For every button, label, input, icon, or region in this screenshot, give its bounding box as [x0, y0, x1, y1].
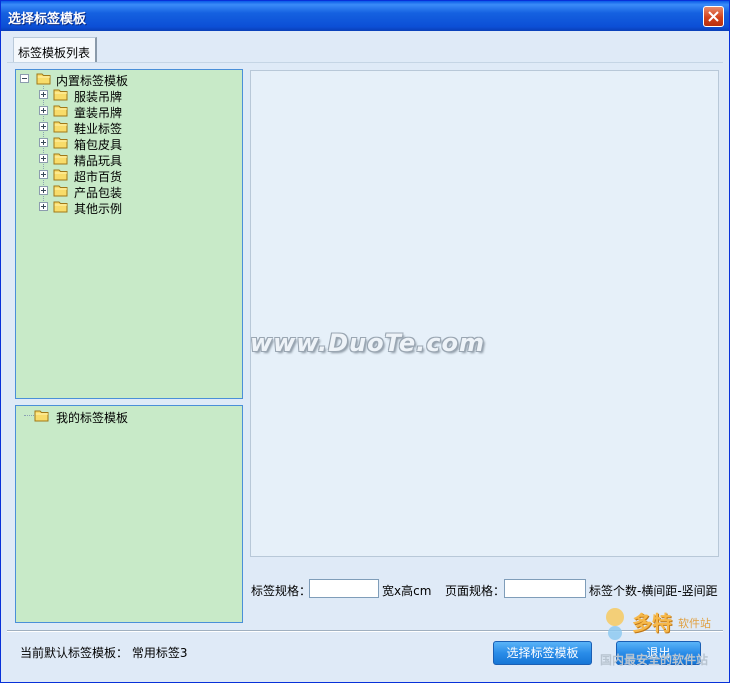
tree-item-label: 其他示例 [74, 202, 123, 216]
close-button[interactable] [703, 6, 724, 27]
expand-icon[interactable] [39, 186, 48, 195]
logo-line2: 软件站 [678, 617, 711, 630]
tree-item-label: 超市百货 [74, 170, 123, 184]
tab-divider [7, 62, 723, 63]
tree-item-label: 精品玩具 [74, 154, 123, 168]
tab-label: 标签模板列表 [18, 46, 91, 60]
site-watermark: www.DuoTe.com [250, 329, 485, 357]
mascot-icon [606, 608, 624, 640]
duote-logo: 多特 软件站 国内最安全的软件站 [596, 603, 726, 673]
folder-icon [53, 105, 68, 117]
window-title: 选择标签模板 [8, 12, 87, 27]
folder-icon [53, 185, 68, 197]
folder-icon [53, 153, 68, 165]
select-template-button[interactable]: 选择标签模板 [493, 641, 592, 665]
label-unit-text: 宽x高cm [382, 584, 432, 598]
tree-root-label: 我的标签模板 [56, 411, 129, 425]
collapse-icon[interactable] [20, 74, 29, 83]
title-bar[interactable]: 选择标签模板 [1, 1, 729, 31]
folder-icon [53, 137, 68, 149]
builtin-template-tree[interactable]: 内置标签模板 服装吊牌 童装吊牌 鞋业标签 箱包皮具 精品玩具 超市百货 产品包… [15, 69, 243, 399]
close-icon [708, 11, 719, 22]
tree-item-label: 鞋业标签 [74, 122, 123, 136]
tree-item-label: 产品包装 [74, 186, 123, 200]
current-default-template: 当前默认标签模板： 常用标签3 [20, 646, 188, 660]
dialog-body: 标签模板列表 内置标签模板 服装吊牌 童装吊牌 鞋业标签 箱包皮具 精品玩具 超… [4, 31, 726, 680]
folder-icon [36, 73, 51, 85]
label-spec-caption: 标签规格： [251, 584, 312, 598]
folder-icon [53, 169, 68, 181]
tree-item-label: 箱包皮具 [74, 138, 123, 152]
my-template-tree[interactable]: 我的标签模板 [15, 405, 243, 623]
expand-icon[interactable] [39, 122, 48, 131]
tree-item-label: 童装吊牌 [74, 106, 123, 120]
page-spec-hint: 标签个数-横间距-竖间距 [589, 584, 718, 598]
tab-template-list[interactable]: 标签模板列表 [13, 37, 97, 63]
tree-item-label: 服装吊牌 [74, 90, 123, 104]
label-spec-input[interactable] [309, 579, 379, 598]
folder-icon [34, 410, 49, 422]
folder-icon [53, 121, 68, 133]
expand-icon[interactable] [39, 90, 48, 99]
logo-line1: 多特 [632, 611, 672, 635]
folder-icon [53, 89, 68, 101]
expand-icon[interactable] [39, 170, 48, 179]
tree-connector [24, 415, 34, 416]
dialog-window: 选择标签模板 标签模板列表 内置标签模板 服装吊牌 童装吊牌 鞋业标签 箱包皮具… [0, 0, 730, 683]
expand-icon[interactable] [39, 106, 48, 115]
page-spec-caption: 页面规格： [445, 584, 506, 598]
page-spec-input[interactable] [504, 579, 586, 598]
template-preview [250, 70, 719, 557]
expand-icon[interactable] [39, 154, 48, 163]
expand-icon[interactable] [39, 138, 48, 147]
expand-icon[interactable] [39, 202, 48, 211]
tree-root-label: 内置标签模板 [56, 74, 129, 88]
folder-icon [53, 201, 68, 213]
logo-slogan: 国内最安全的软件站 [600, 653, 709, 667]
